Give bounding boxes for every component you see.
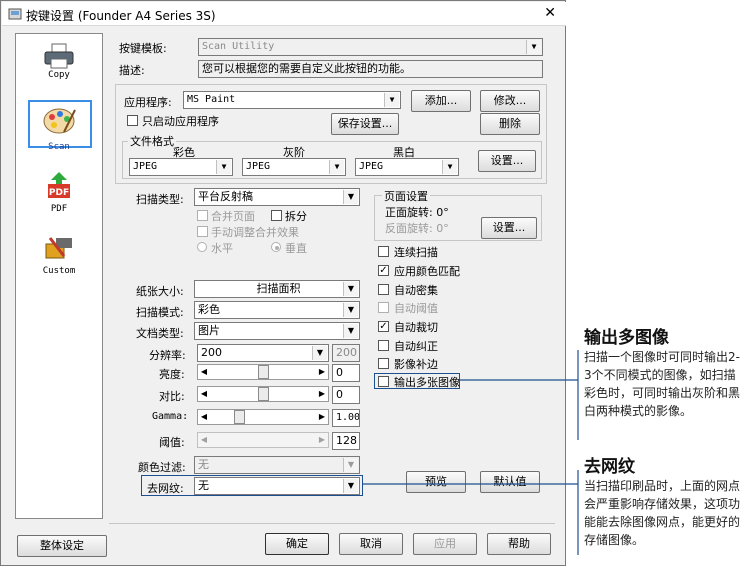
descreen-annotation-title: 去网纹 (584, 457, 635, 477)
multi-output-annotation-body: 扫描一个图像时可同时输出2-3个不同模式的图像，如扫描彩色时，可同时输出灰阶和黑… (584, 350, 741, 418)
descreen-annotation-body: 当扫描印刷品时，上面的网点会严重影响存储效果，这项功能能去除图像网点，能更好的存… (584, 479, 741, 547)
multi-output-annotation-title: 输出多图像 (584, 328, 669, 348)
